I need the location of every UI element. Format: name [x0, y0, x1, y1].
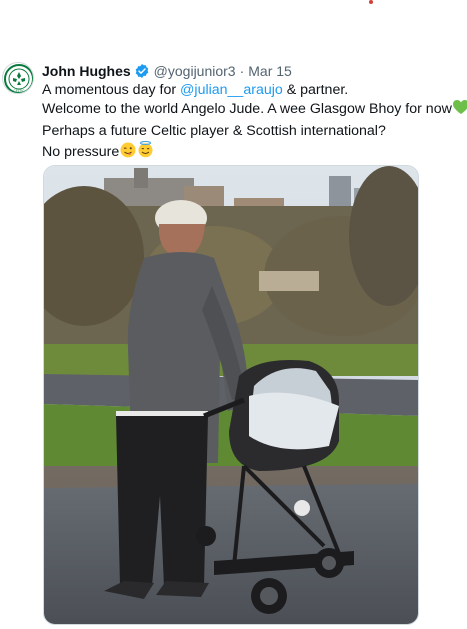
- photo-man-with-pram: [44, 166, 418, 624]
- tweet-line-2: Welcome to the world Angelo Jude. A wee …: [42, 100, 467, 121]
- avatar[interactable]: CELTIC: [2, 62, 34, 94]
- green-heart-icon: [452, 100, 467, 121]
- tweet-line-1: A momentous day for @julian__araujo & pa…: [42, 82, 349, 98]
- notification-dot: [369, 0, 373, 4]
- tweet-line-4: No pressure: [42, 140, 462, 164]
- tweet-header: John Hughes @yogijunior3 · Mar 15: [42, 62, 292, 80]
- verified-badge-icon: [134, 63, 150, 79]
- tweet-text: A momentous day for @julian__araujo & pa…: [42, 81, 467, 164]
- tweet-line-3: Perhaps a future Celtic player & Scottis…: [42, 122, 386, 139]
- winking-face-icon: [120, 142, 136, 164]
- mention-link[interactable]: @julian__araujo: [180, 82, 283, 98]
- tweet-photo[interactable]: [43, 165, 419, 625]
- tweet-date[interactable]: Mar 15: [248, 62, 292, 80]
- author-name[interactable]: John Hughes: [42, 62, 131, 80]
- svg-text:CELTIC: CELTIC: [13, 89, 25, 93]
- smiling-face-with-halo-icon: [137, 140, 154, 164]
- header-separator: ·: [239, 63, 245, 79]
- celtic-crest-icon: CELTIC: [4, 64, 33, 93]
- author-handle[interactable]: @yogijunior3: [154, 62, 236, 80]
